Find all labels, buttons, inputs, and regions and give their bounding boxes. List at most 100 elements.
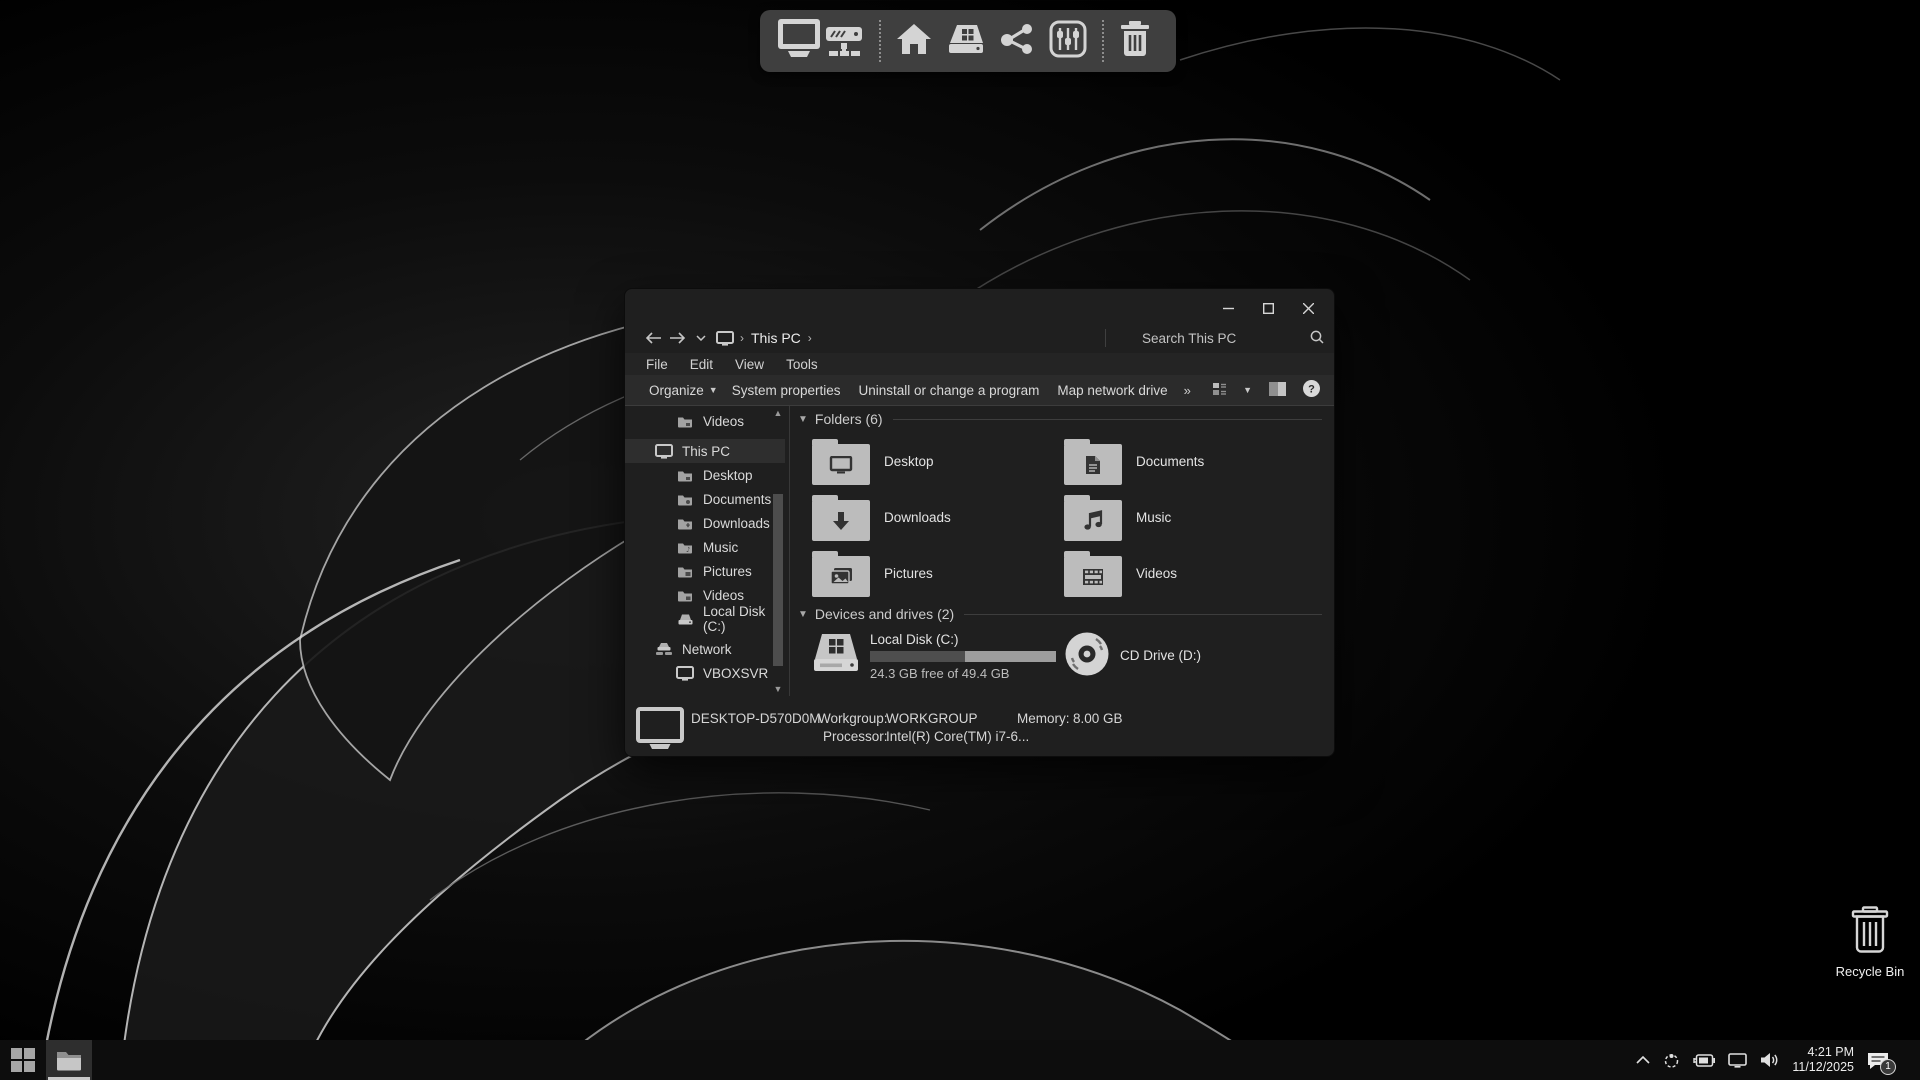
folder-icon <box>1064 500 1122 541</box>
forward-icon[interactable] <box>665 326 689 350</box>
sidebar-item-desktop[interactable]: Desktop <box>625 463 785 487</box>
scroll-up-icon[interactable]: ▲ <box>770 406 786 420</box>
notification-icon[interactable]: 1 <box>1867 1051 1889 1070</box>
sidebar-scrollbar[interactable]: ▲ ▼ <box>770 406 786 696</box>
sidebar-item-local-disk[interactable]: Local Disk (C:) <box>625 607 785 631</box>
top-dock <box>760 10 1176 72</box>
sidebar-item-documents[interactable]: Documents <box>625 487 785 511</box>
drive-windows-icon[interactable] <box>947 23 985 60</box>
svg-text:♪: ♪ <box>686 546 690 554</box>
disk-used-fill <box>870 651 965 662</box>
cd-disc-icon <box>1064 631 1110 680</box>
uninstall-program-button[interactable]: Uninstall or change a program <box>859 383 1040 398</box>
folder-tile-desktop[interactable]: Desktop <box>812 433 1064 489</box>
disk-capacity-bar <box>870 651 1056 662</box>
organize-button[interactable]: Organize▼ <box>649 383 718 398</box>
collapse-chevron-icon[interactable]: ▼ <box>798 609 808 620</box>
preview-pane-icon[interactable] <box>1269 382 1286 399</box>
speaker-icon[interactable] <box>1760 1052 1779 1068</box>
folder-icon <box>676 469 694 482</box>
window-body: Videos This PC Desktop Documents Downloa… <box>625 406 1334 696</box>
menu-file[interactable]: File <box>646 357 668 372</box>
sync-icon[interactable] <box>1663 1052 1680 1069</box>
svg-text:?: ? <box>1308 383 1315 395</box>
folder-tile-documents[interactable]: Documents <box>1064 433 1316 489</box>
trash-icon[interactable] <box>1119 21 1151 62</box>
system-properties-button[interactable]: System properties <box>732 383 841 398</box>
map-network-drive-button[interactable]: Map network drive <box>1057 383 1167 398</box>
sidebar-item-pictures[interactable]: Pictures <box>625 559 785 583</box>
network-icon[interactable] <box>1728 1053 1747 1068</box>
close-button[interactable] <box>1288 294 1328 322</box>
clock-time: 4:21 PM <box>1792 1045 1854 1060</box>
menu-tools[interactable]: Tools <box>786 357 818 372</box>
sidebar-item-this-pc[interactable]: This PC <box>625 439 785 463</box>
memory-value: 8.00 GB <box>1073 711 1123 726</box>
folder-tile-music[interactable]: Music <box>1064 489 1316 545</box>
sidebar-item-music[interactable]: ♪ Music <box>625 535 785 559</box>
folders-grid: Desktop Documents Downloads <box>812 433 1334 601</box>
drives-row: Local Disk (C:) 24.3 GB free of 49.4 GB <box>812 630 1334 681</box>
devices-section-header[interactable]: ▼ Devices and drives (2) <box>798 604 1334 624</box>
folder-tile-downloads[interactable]: Downloads <box>812 489 1064 545</box>
scrollbar-thumb[interactable] <box>773 494 783 666</box>
hard-drive-icon <box>812 630 860 681</box>
start-button[interactable] <box>0 1040 46 1080</box>
menu-view[interactable]: View <box>735 357 764 372</box>
sidebar-item-downloads[interactable]: Downloads <box>625 511 785 535</box>
minimize-button[interactable] <box>1208 294 1248 322</box>
folder-icon <box>676 517 694 530</box>
folder-tile-videos[interactable]: Videos <box>1064 545 1316 601</box>
dock-divider <box>879 20 881 62</box>
computer-icon <box>636 707 684 754</box>
folder-icon <box>812 556 870 597</box>
folders-section-header[interactable]: ▼ Folders (6) <box>798 409 1334 429</box>
tiles-view-icon[interactable] <box>1213 382 1226 399</box>
maximize-button[interactable] <box>1248 294 1288 322</box>
details-pane: DESKTOP-D570D0M Workgroup: WORKGROUP Mem… <box>625 704 1334 756</box>
breadcrumb-chevron-icon: › <box>740 331 744 345</box>
home-icon[interactable] <box>896 22 932 61</box>
cd-drive-tile[interactable]: CD Drive (D:) <box>1064 630 1201 681</box>
help-icon[interactable]: ? <box>1303 380 1320 400</box>
sidebar-item-vboxsvr[interactable]: VBOXSVR <box>625 661 785 685</box>
breadcrumb-chevron-icon[interactable]: › <box>808 331 812 345</box>
chevron-up-icon[interactable] <box>1636 1056 1650 1064</box>
location-computer-icon <box>713 326 737 350</box>
breadcrumb[interactable]: This PC <box>751 330 801 346</box>
scroll-down-icon[interactable]: ▼ <box>770 682 786 696</box>
folder-icon <box>676 493 694 506</box>
file-explorer-taskbar-button[interactable] <box>46 1040 92 1080</box>
drive-icon <box>676 613 694 626</box>
view-dropdown-caret-icon[interactable]: ▼ <box>1243 385 1252 395</box>
workgroup-label: Workgroup: <box>818 711 888 726</box>
search-input[interactable]: Search This PC <box>1106 330 1324 347</box>
file-explorer-window: › This PC › Search This PC File Edit Vie… <box>624 288 1335 757</box>
workgroup-value: WORKGROUP <box>886 711 978 726</box>
back-icon[interactable] <box>641 326 665 350</box>
computer-name: DESKTOP-D570D0M <box>691 711 821 726</box>
mixer-icon[interactable] <box>1049 20 1087 63</box>
taskbar-clock[interactable]: 4:21 PM 11/12/2025 <box>1792 1045 1854 1075</box>
sidebar-item-network[interactable]: Network <box>625 637 785 661</box>
recycle-bin-shortcut[interactable]: Recycle Bin <box>1830 906 1910 979</box>
share-icon[interactable] <box>1000 23 1034 60</box>
local-disk-tile[interactable]: Local Disk (C:) 24.3 GB free of 49.4 GB <box>812 630 1064 681</box>
processor-label: Processor: <box>823 729 888 744</box>
collapse-chevron-icon[interactable]: ▼ <box>798 414 808 425</box>
sidebar-item-videos-library[interactable]: Videos <box>625 409 785 433</box>
folder-icon <box>812 444 870 485</box>
menu-bar: File Edit View Tools <box>625 353 1334 375</box>
menu-edit[interactable]: Edit <box>690 357 713 372</box>
command-toolbar: Organize▼ System properties Uninstall or… <box>625 375 1334 406</box>
folder-icon <box>676 589 694 602</box>
clock-date: 11/12/2025 <box>1792 1060 1854 1075</box>
computer-icon <box>676 666 694 681</box>
search-icon[interactable] <box>1310 330 1324 347</box>
computer-server-icon[interactable] <box>776 17 864 66</box>
toolbar-overflow-button[interactable]: » <box>1184 383 1191 398</box>
battery-icon[interactable] <box>1693 1054 1715 1067</box>
folder-tile-pictures[interactable]: Pictures <box>812 545 1064 601</box>
folder-icon <box>812 500 870 541</box>
recent-locations-chevron-icon[interactable] <box>689 326 713 350</box>
